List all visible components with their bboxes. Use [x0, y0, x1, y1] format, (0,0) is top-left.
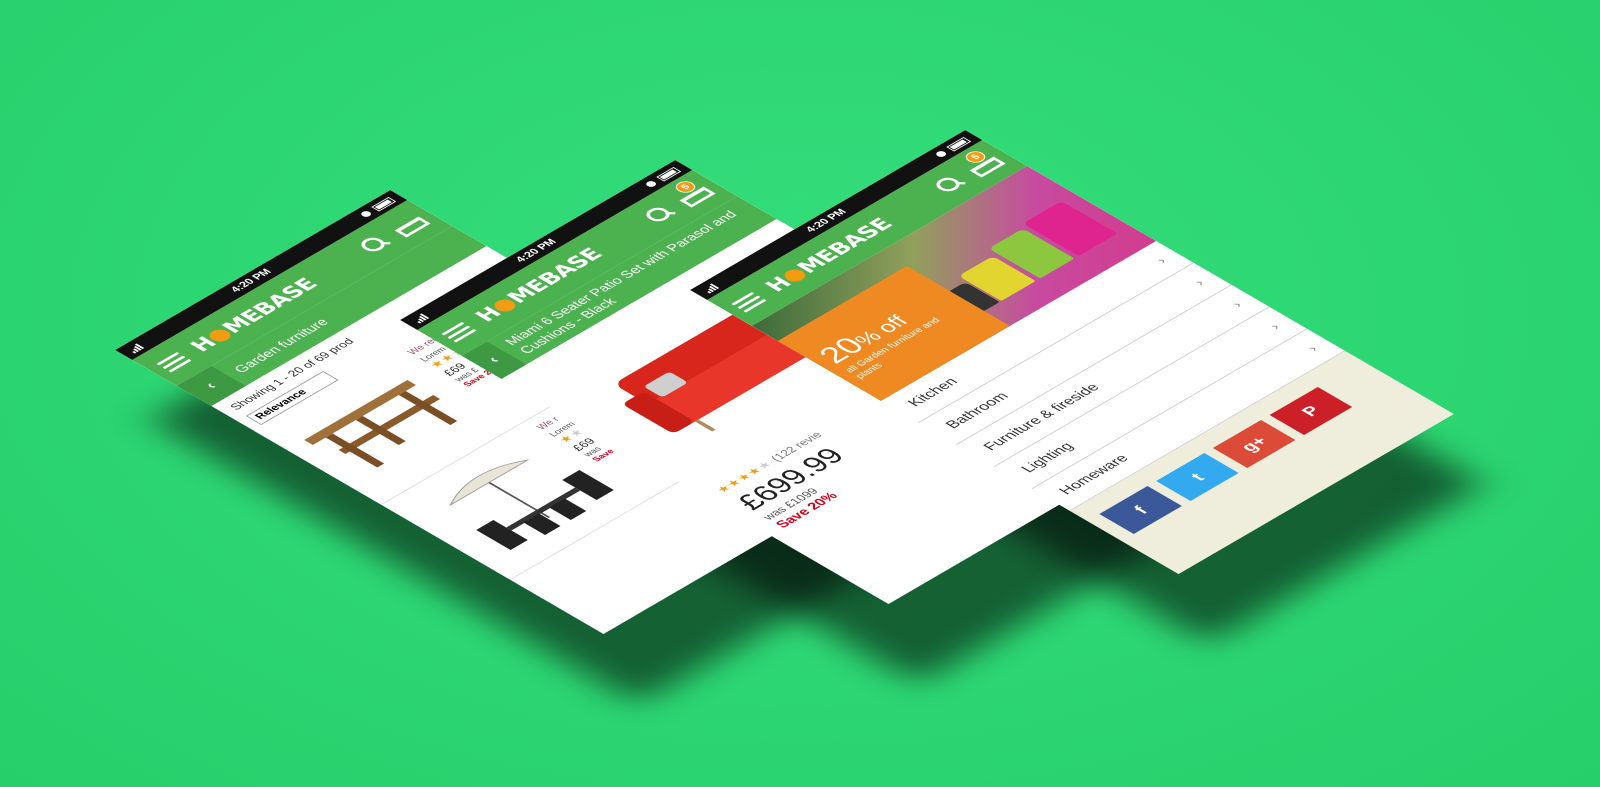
basket-icon[interactable]: 5	[671, 179, 716, 208]
alarm-icon	[359, 210, 373, 219]
menu-icon[interactable]	[730, 291, 767, 313]
menu-icon[interactable]	[440, 321, 477, 343]
signal-icon	[701, 283, 720, 294]
basket-icon[interactable]: 5	[961, 149, 1006, 178]
chevron-right-icon: ›	[1265, 320, 1283, 332]
search-icon[interactable]	[357, 234, 395, 256]
chevron-right-icon: ›	[1227, 298, 1246, 310]
menu-icon[interactable]	[155, 351, 192, 373]
chevron-right-icon: ›	[1189, 276, 1208, 288]
alarm-icon	[934, 150, 948, 159]
mockup-stage: 4:20 PM HMEBASE ‹ Garden furniture Showi…	[0, 0, 1600, 787]
chevron-right-icon: ›	[1303, 342, 1321, 354]
search-icon[interactable]	[932, 174, 970, 196]
alarm-icon	[644, 180, 658, 189]
twitter-icon[interactable]: t	[1156, 453, 1239, 501]
basket-icon[interactable]	[388, 213, 431, 238]
google-plus-icon[interactable]: g+	[1212, 420, 1296, 468]
pinterest-icon[interactable]: P	[1269, 387, 1353, 435]
signal-icon	[411, 313, 430, 324]
facebook-icon[interactable]: f	[1099, 486, 1182, 534]
search-icon[interactable]	[642, 204, 680, 226]
chevron-right-icon: ›	[1151, 254, 1170, 266]
signal-icon	[126, 343, 145, 354]
